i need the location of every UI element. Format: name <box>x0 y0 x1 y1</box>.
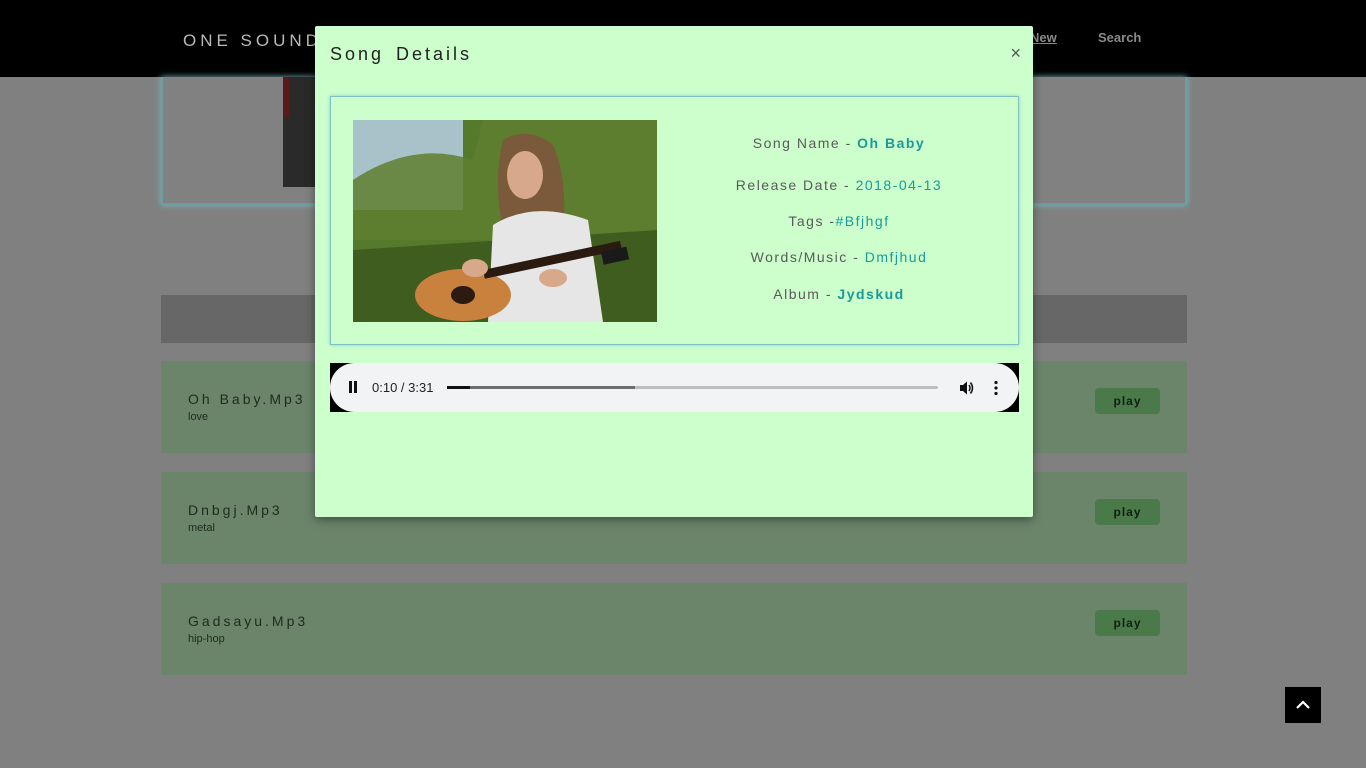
song-genre: love <box>188 411 209 423</box>
words-music-value: Dmfjhud <box>864 249 928 265</box>
album-value: Jydskud <box>837 286 905 302</box>
song-title: Oh Baby.Mp3 <box>188 391 306 407</box>
played-bar <box>447 386 471 389</box>
brand-logo[interactable]: ONE SOUND <box>183 31 322 51</box>
modal-title: Song Details <box>330 44 473 64</box>
release-date-label: Release Date - <box>735 177 856 193</box>
release-date-value: 2018-04-13 <box>855 177 943 193</box>
song-info: Song Name - Oh Baby Release Date - 2018-… <box>661 97 1017 346</box>
seek-bar[interactable] <box>447 386 938 389</box>
song-genre: metal <box>188 522 215 534</box>
song-row: Gadsayu.Mp3 hip-hop play <box>161 583 1187 675</box>
tags-row: Tags -#Bfjhgf <box>661 213 1017 229</box>
song-cover-image <box>353 120 657 322</box>
song-name-label: Song Name - <box>752 135 858 151</box>
tags-value: #Bfjhgf <box>835 213 890 229</box>
song-name-row: Song Name - Oh Baby <box>661 135 1017 151</box>
scroll-to-top-button[interactable] <box>1285 687 1321 723</box>
song-details-modal: Song Details × Song Name - Oh Baby Relea… <box>315 26 1033 517</box>
play-button[interactable]: play <box>1095 610 1160 636</box>
audio-controls: 0:10 / 3:31 <box>330 363 1019 412</box>
nav-link-new[interactable]: New <box>1030 30 1057 45</box>
album-label: Album - <box>773 286 838 302</box>
audio-player: 0:10 / 3:31 <box>330 363 1019 412</box>
song-details-panel: Song Name - Oh Baby Release Date - 2018-… <box>330 96 1019 345</box>
tags-label: Tags - <box>788 213 836 229</box>
nav-link-search[interactable]: Search <box>1098 30 1141 45</box>
words-music-row: Words/Music - Dmfjhud <box>661 249 1017 265</box>
release-date-row: Release Date - 2018-04-13 <box>661 177 1017 193</box>
song-title: Gadsayu.Mp3 <box>188 613 309 629</box>
girl-with-guitar-photo <box>353 120 657 322</box>
pause-icon[interactable] <box>348 381 358 393</box>
playback-time: 0:10 / 3:31 <box>372 380 434 395</box>
words-music-label: Words/Music - <box>750 249 865 265</box>
song-title: Dnbgj.Mp3 <box>188 502 283 518</box>
buffered-bar <box>447 386 635 389</box>
song-name-value: Oh Baby <box>857 135 926 151</box>
play-button[interactable]: play <box>1095 499 1160 525</box>
volume-icon[interactable] <box>959 380 975 396</box>
play-button[interactable]: play <box>1095 388 1160 414</box>
song-genre: hip-hop <box>188 633 225 645</box>
more-vert-icon[interactable] <box>993 380 999 396</box>
close-icon[interactable]: × <box>1010 43 1021 64</box>
album-row: Album - Jydskud <box>661 286 1017 302</box>
chevron-up-icon <box>1296 700 1310 709</box>
